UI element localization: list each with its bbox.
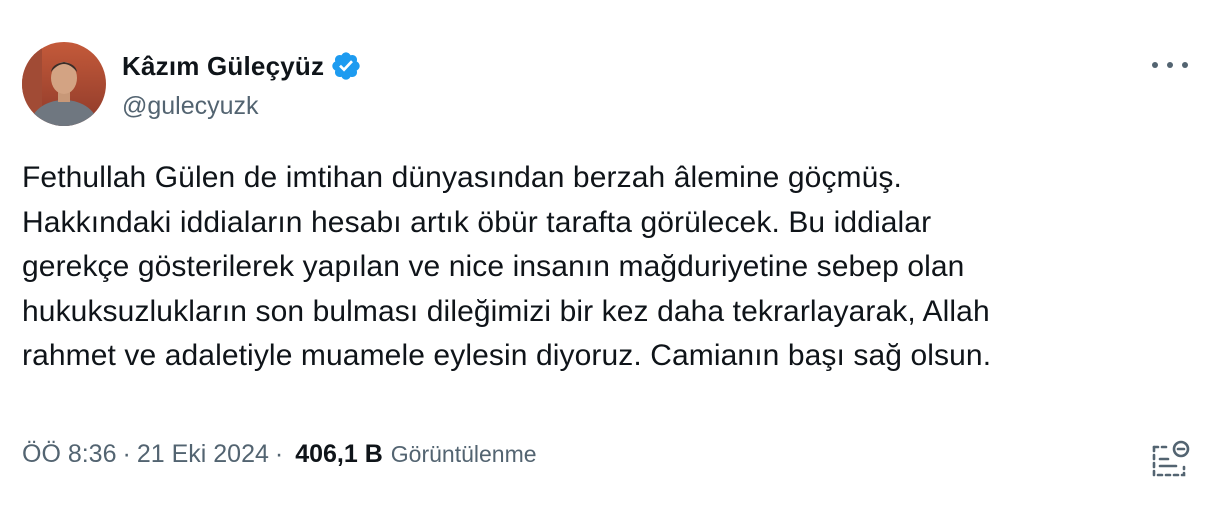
more-options-icon[interactable] bbox=[1152, 53, 1188, 77]
tweet-text: Fethullah Gülen de imtihan dünyasından b… bbox=[22, 156, 1212, 379]
grok-icon[interactable] bbox=[1148, 437, 1192, 481]
author-handle[interactable]: @gulecyuzk bbox=[122, 92, 259, 121]
tweet-date[interactable]: 21 Eki 2024 bbox=[137, 440, 269, 469]
tweet-meta: ÖÖ 8:36 · 21 Eki 2024 · 406,1 B Görüntül… bbox=[22, 440, 537, 469]
meta-separator: · bbox=[274, 440, 284, 468]
tweet-card: Kâzım Güleçyüz @gulecyuzk Fethullah Güle… bbox=[0, 0, 1230, 506]
tweet-text-line: gerekçe gösterilerek yapılan ve nice ins… bbox=[22, 250, 965, 283]
author-name[interactable]: Kâzım Güleçyüz bbox=[122, 51, 324, 82]
view-count: 406,1 B bbox=[295, 440, 383, 468]
tweet-text-line: rahmet ve adaletiyle muamele eylesin diy… bbox=[22, 339, 992, 372]
tweet-text-line: Fethullah Gülen de imtihan dünyasından b… bbox=[22, 161, 902, 194]
avatar[interactable] bbox=[22, 42, 106, 126]
tweet-time[interactable]: ÖÖ 8:36 bbox=[22, 440, 117, 469]
meta-separator: · bbox=[122, 440, 131, 468]
views-label: Görüntülenme bbox=[390, 441, 537, 467]
tweet-text-line: Hakkındaki iddiaların hesabı artık öbür … bbox=[22, 205, 932, 239]
verified-badge-icon bbox=[332, 52, 360, 80]
tweet-text-line: hukuksuzlukların son bulması dileğimizi … bbox=[22, 294, 990, 328]
